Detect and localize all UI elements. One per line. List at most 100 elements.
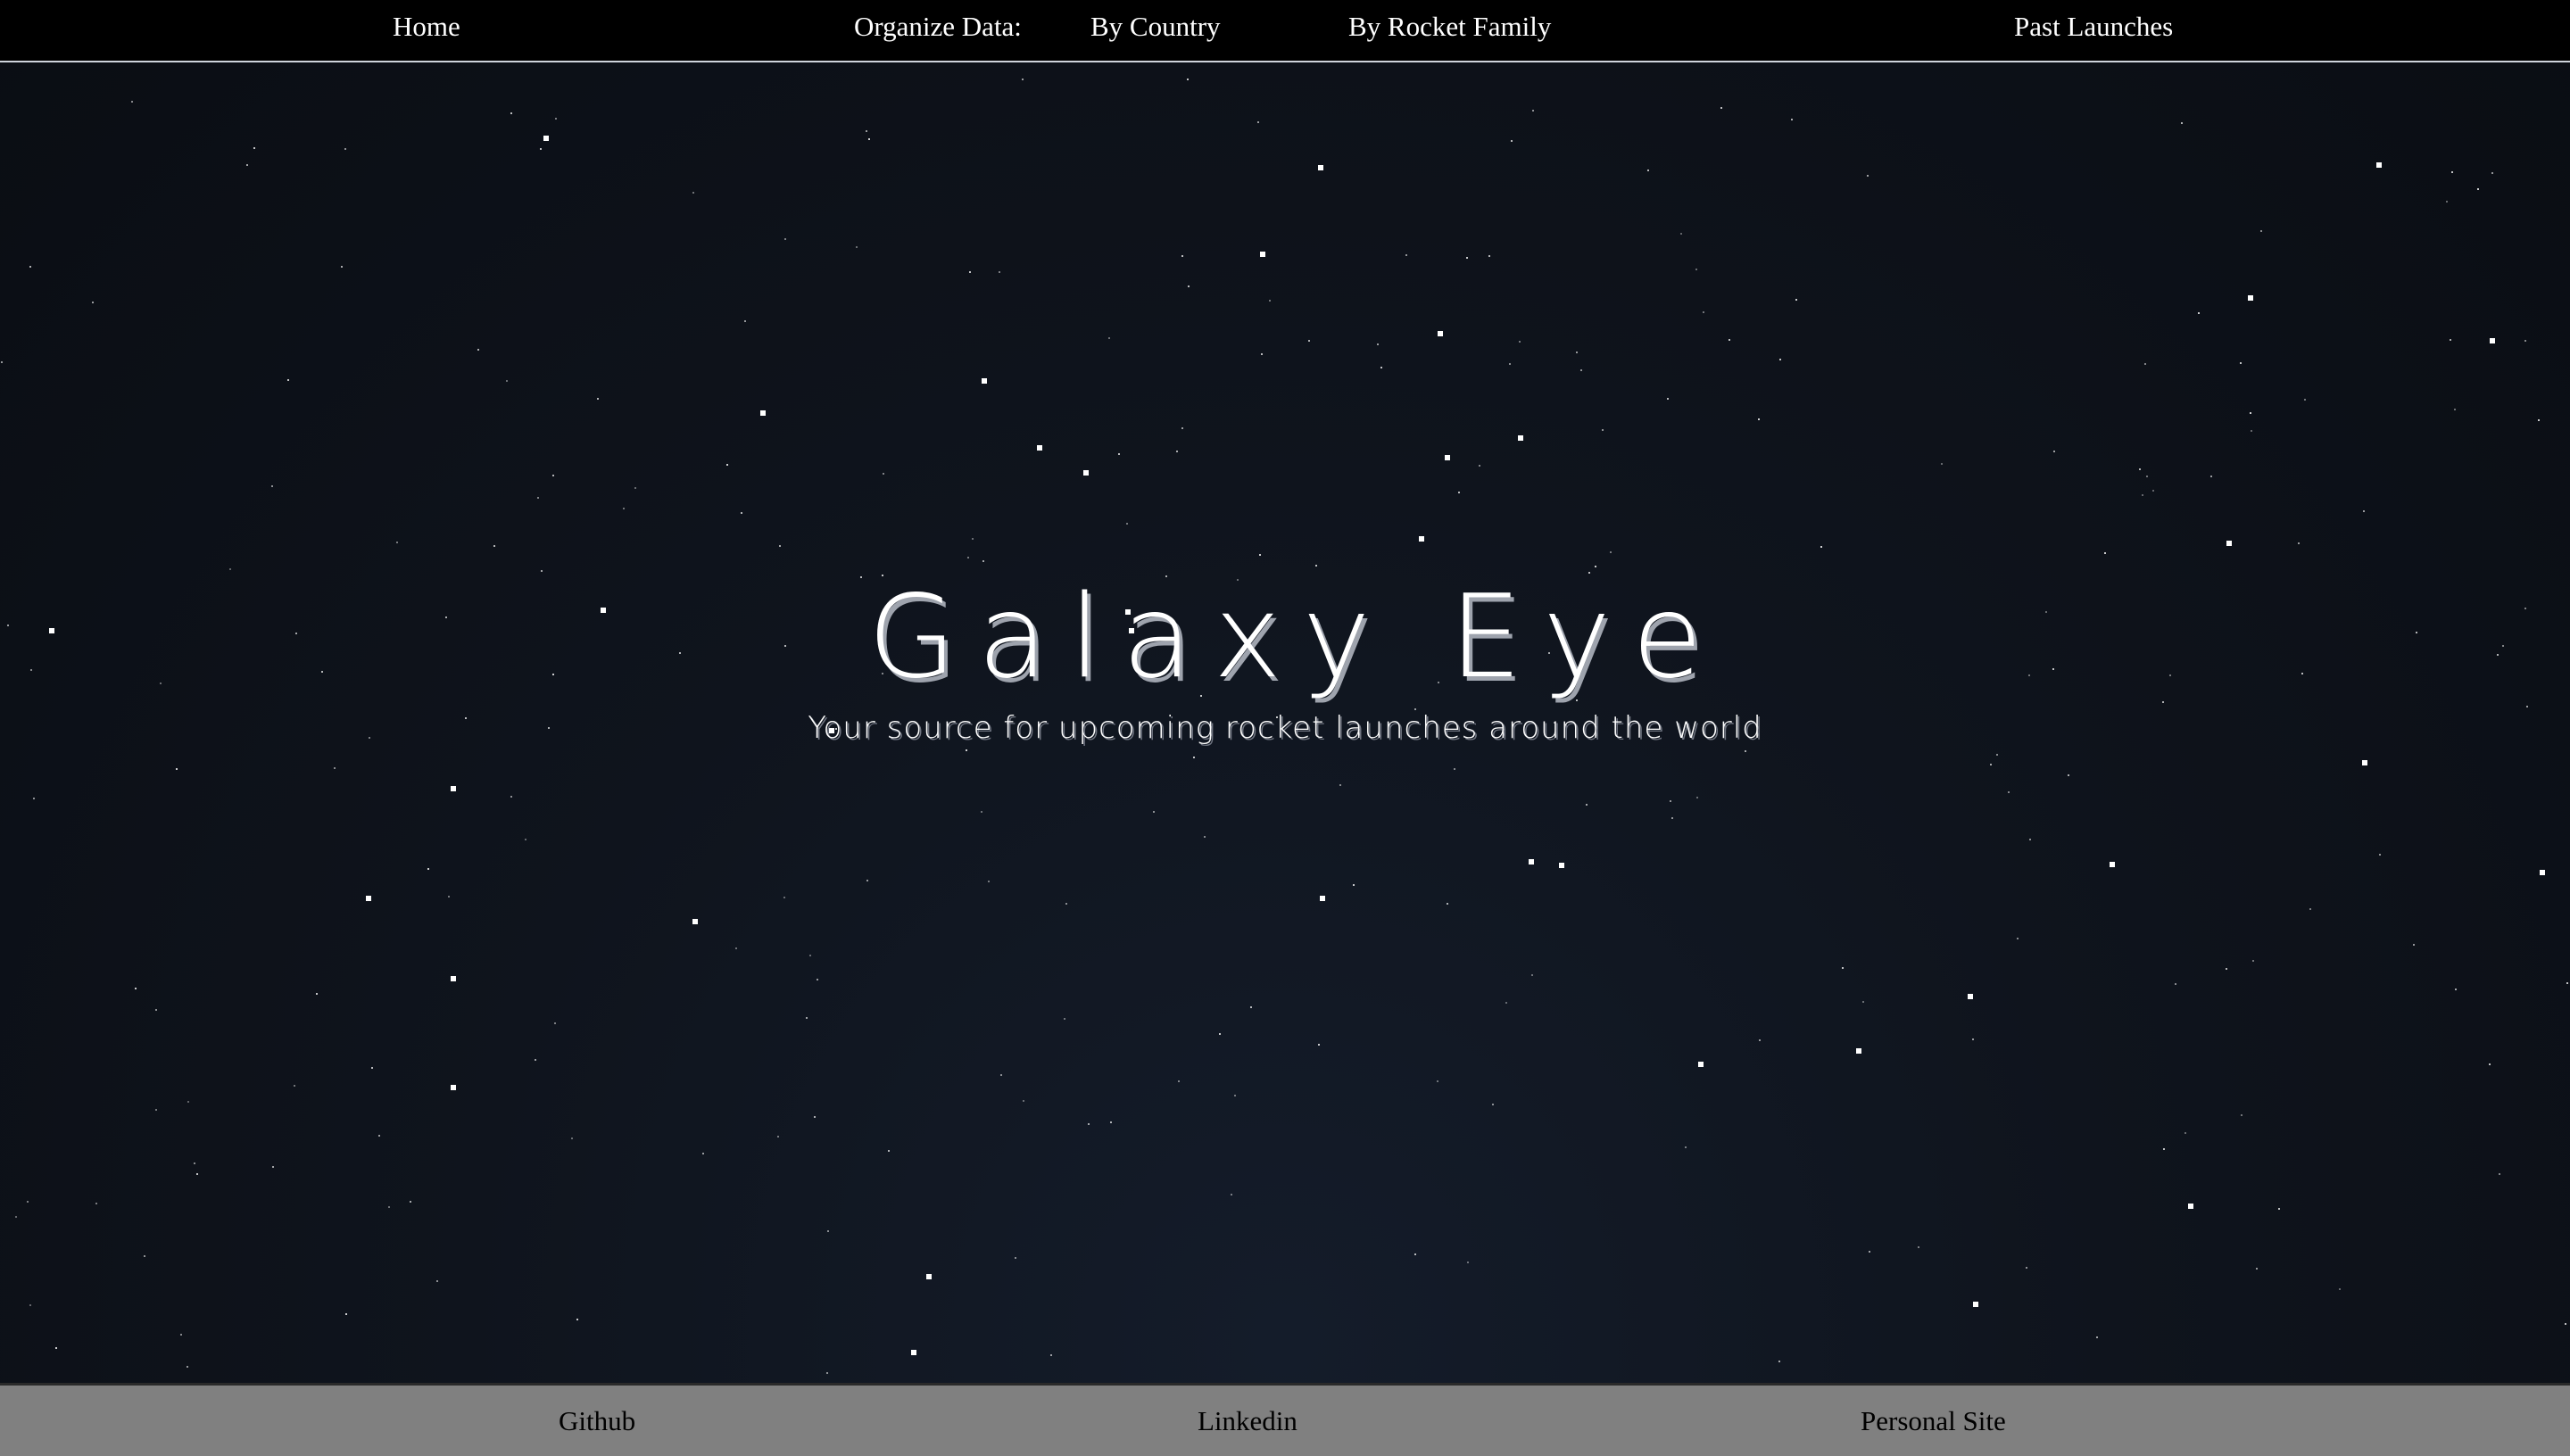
star <box>378 1135 380 1137</box>
star <box>1257 121 1259 123</box>
star <box>510 112 512 114</box>
star <box>1083 470 1089 476</box>
star <box>155 1109 157 1111</box>
star <box>926 1274 932 1279</box>
star <box>806 1017 808 1019</box>
star <box>744 320 746 322</box>
star <box>2454 409 2456 410</box>
star <box>1000 1074 1002 1076</box>
star <box>784 238 786 240</box>
star <box>1193 757 1195 758</box>
star <box>982 378 987 384</box>
star <box>1602 429 1604 431</box>
star <box>144 1255 145 1257</box>
star <box>1419 536 1424 542</box>
star <box>1610 551 1612 553</box>
star <box>2477 188 2479 190</box>
star <box>1458 492 1460 493</box>
star <box>1377 343 1379 345</box>
star <box>2490 338 2495 343</box>
star <box>777 1136 779 1138</box>
star <box>2413 944 2415 946</box>
star <box>2256 1268 2258 1270</box>
star <box>543 136 549 141</box>
star <box>1454 768 1455 770</box>
star <box>525 839 526 840</box>
star <box>272 1166 274 1168</box>
star <box>999 271 1000 273</box>
star <box>1479 465 1480 467</box>
star <box>2376 162 2382 168</box>
star <box>2489 1063 2491 1065</box>
nav-by-rocket-family-link[interactable]: By Rocket Family <box>1348 9 1551 45</box>
star <box>1126 523 1128 525</box>
star <box>1447 903 1448 905</box>
star <box>2538 419 2540 421</box>
footer-linkedin-link[interactable]: Linkedin <box>1198 1403 1297 1439</box>
star <box>1745 750 1746 752</box>
star <box>2450 339 2451 341</box>
star <box>2146 476 2148 477</box>
star <box>911 1350 916 1355</box>
star <box>271 485 273 487</box>
star <box>1261 353 1263 355</box>
nav-by-country-link[interactable]: By Country <box>1090 9 1221 45</box>
star <box>1696 797 1698 798</box>
star <box>2363 510 2365 512</box>
star <box>817 979 818 980</box>
star <box>2139 468 2141 470</box>
star <box>2540 870 2545 875</box>
star <box>246 164 248 166</box>
star <box>27 1201 29 1203</box>
star <box>180 1334 182 1336</box>
star <box>634 487 636 489</box>
star <box>1667 398 1669 400</box>
nav-organize-label: Organize Data: <box>854 11 1022 42</box>
star <box>826 1372 828 1374</box>
star <box>1064 1018 1065 1020</box>
star <box>1339 784 1341 786</box>
star <box>1110 1121 1112 1123</box>
star <box>1519 341 1521 343</box>
star <box>1320 896 1325 901</box>
star <box>2241 1114 2243 1116</box>
nav-home-link[interactable]: Home <box>393 9 460 45</box>
star <box>814 1116 816 1118</box>
star <box>2248 295 2253 301</box>
footer-bar: Github Linkedin Personal Site <box>0 1383 2570 1456</box>
star <box>95 1203 97 1204</box>
star <box>692 192 694 194</box>
footer-personal-site-link[interactable]: Personal Site <box>1861 1403 2006 1439</box>
nav-past-launches-link[interactable]: Past Launches <box>2014 9 2173 45</box>
footer-github-link[interactable]: Github <box>559 1403 635 1439</box>
star <box>1204 836 1206 838</box>
star <box>396 542 398 543</box>
star <box>883 473 884 475</box>
star <box>1795 299 1797 301</box>
star <box>1414 1253 1416 1255</box>
star <box>427 868 429 870</box>
star <box>741 512 742 514</box>
star <box>2104 552 2106 554</box>
star <box>888 1150 890 1152</box>
star <box>493 545 495 547</box>
star <box>1941 463 1943 465</box>
star <box>29 266 31 268</box>
star <box>155 1009 157 1011</box>
star <box>2144 363 2146 365</box>
star <box>1505 1002 1507 1004</box>
star <box>229 568 231 570</box>
star <box>982 560 984 562</box>
star <box>1647 170 1649 171</box>
star <box>760 410 766 416</box>
star <box>135 988 137 989</box>
star <box>1791 119 1793 120</box>
star <box>2210 476 2212 477</box>
star <box>29 1304 31 1306</box>
star <box>1492 1104 1494 1105</box>
star <box>2029 839 2031 840</box>
star <box>187 1101 189 1103</box>
star <box>1488 255 1490 257</box>
star <box>1178 1080 1180 1082</box>
star <box>1015 1257 1016 1259</box>
